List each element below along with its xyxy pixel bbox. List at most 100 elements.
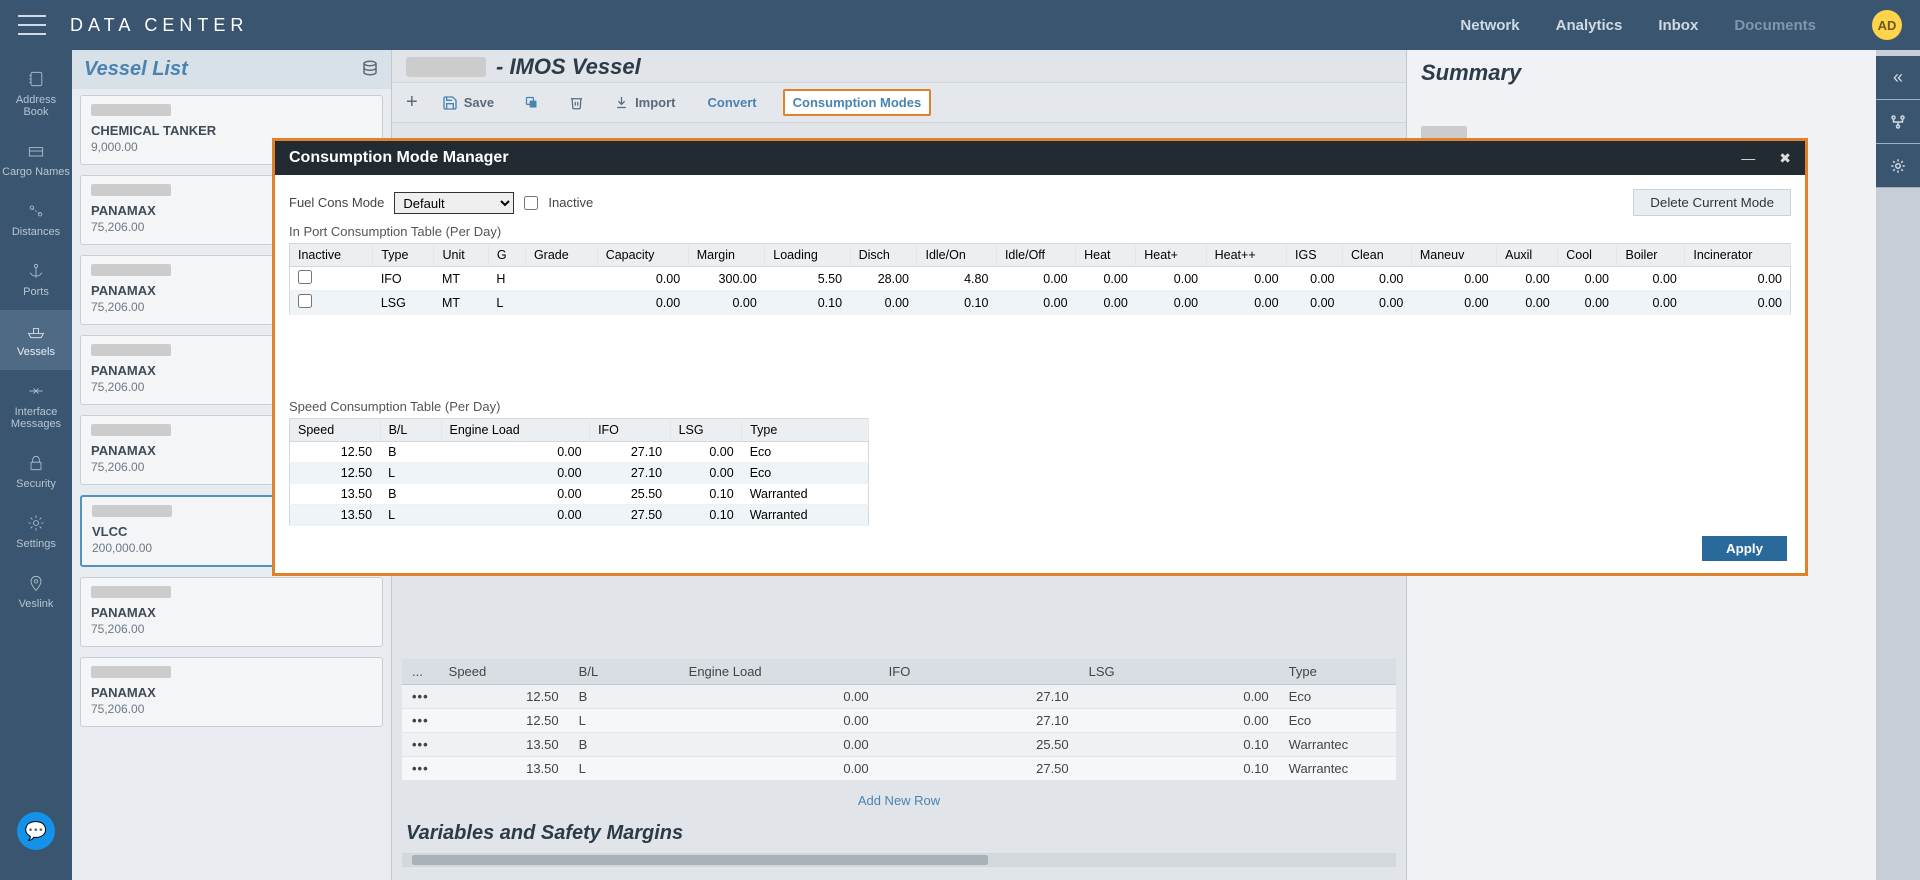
horizontal-scrollbar[interactable]: [402, 853, 1396, 867]
row-actions[interactable]: •••: [402, 733, 439, 757]
col-heat-: Heat+: [1136, 244, 1206, 267]
col-speed: Speed: [290, 419, 381, 442]
minimize-button[interactable]: —: [1741, 150, 1755, 167]
rail-label: Vessels: [17, 346, 55, 358]
col-incinerator: Incinerator: [1685, 244, 1791, 267]
add-new-row-link[interactable]: Add New Row: [392, 787, 1406, 814]
summary-title: Summary: [1407, 50, 1876, 96]
rail-label: Address Book: [2, 94, 70, 118]
col-disch: Disch: [850, 244, 917, 267]
pin-icon: [25, 572, 47, 594]
inactive-label: Inactive: [548, 195, 593, 210]
nav-documents[interactable]: Documents: [1734, 17, 1816, 34]
rail-interface-messages[interactable]: Interface Messages: [0, 370, 72, 442]
right-rail-branch[interactable]: [1876, 100, 1920, 144]
col-speed: Speed: [439, 659, 569, 685]
modal-title-text: Consumption Mode Manager: [289, 149, 509, 167]
table-row[interactable]: 13.50 L 0.00 27.50 0.10 Warranted: [290, 505, 869, 526]
col-type: Type: [373, 244, 434, 267]
top-nav: Network Analytics Inbox Documents AD: [1460, 10, 1902, 40]
collapse-right-panel[interactable]: «: [1876, 56, 1920, 100]
hamburger-menu-icon[interactable]: [18, 15, 46, 35]
copy-button[interactable]: [518, 91, 545, 114]
row-inactive-checkbox[interactable]: [298, 294, 312, 308]
rail-distances[interactable]: Distances: [0, 190, 72, 250]
save-icon: [442, 95, 458, 111]
nav-analytics[interactable]: Analytics: [1556, 17, 1623, 34]
apply-button[interactable]: Apply: [1702, 536, 1787, 561]
anchor-icon: [25, 260, 47, 282]
messages-icon: [25, 380, 47, 402]
rail-vessels[interactable]: Vessels: [0, 310, 72, 370]
branch-icon: [1889, 113, 1907, 131]
add-button[interactable]: +: [406, 91, 418, 114]
database-icon[interactable]: [361, 59, 379, 80]
import-button[interactable]: Import: [608, 91, 681, 114]
row-inactive-checkbox[interactable]: [298, 270, 312, 284]
rail-security[interactable]: Security: [0, 442, 72, 502]
save-button[interactable]: Save: [436, 91, 500, 115]
modal-titlebar[interactable]: Consumption Mode Manager — ✖: [275, 141, 1805, 175]
speed-consumption-table: SpeedB/LEngine LoadIFOLSGType 12.50 B 0.…: [289, 418, 869, 526]
col-ifo: IFO: [590, 419, 671, 442]
vessel-toolbar: + Save Import Convert Consumption Modes: [392, 82, 1406, 123]
row-actions[interactable]: •••: [402, 685, 439, 709]
table-row[interactable]: ••• 13.50 B 0.00 25.50 0.10 Warrantec: [402, 733, 1396, 757]
close-button[interactable]: ✖: [1779, 150, 1791, 167]
table-row[interactable]: ••• 12.50 L 0.00 27.10 0.00 Eco: [402, 709, 1396, 733]
col-boiler: Boiler: [1617, 244, 1685, 267]
table-row[interactable]: ••• 12.50 B 0.00 27.10 0.00 Eco: [402, 685, 1396, 709]
vessel-tile[interactable]: PANAMAX 75,206.00: [80, 577, 383, 647]
right-rail-settings[interactable]: [1876, 144, 1920, 188]
port-table-caption: In Port Consumption Table (Per Day): [289, 224, 1791, 239]
trash-icon: [569, 95, 584, 110]
address-book-icon: [25, 68, 47, 90]
col-idle-on: Idle/On: [917, 244, 996, 267]
table-row[interactable]: ••• 13.50 L 0.00 27.50 0.10 Warrantec: [402, 757, 1396, 781]
col-maneuv: Maneuv: [1411, 244, 1496, 267]
chat-fab[interactable]: 💬: [17, 812, 55, 850]
vessel-dwt: 75,206.00: [91, 622, 372, 636]
redacted-vessel-id: [91, 666, 171, 678]
vessel-icon: [25, 320, 47, 342]
row-actions[interactable]: •••: [402, 709, 439, 733]
table-row[interactable]: 12.50 L 0.00 27.10 0.00 Eco: [290, 463, 869, 484]
rail-label: Veslink: [19, 598, 54, 610]
redacted-vessel-id: [92, 505, 172, 517]
rail-label: Distances: [12, 226, 60, 238]
inactive-checkbox[interactable]: [524, 196, 538, 210]
consumption-modes-button[interactable]: Consumption Modes: [783, 89, 932, 116]
nav-network[interactable]: Network: [1460, 17, 1519, 34]
copy-icon: [524, 95, 539, 110]
delete-button[interactable]: [563, 91, 590, 114]
delete-current-mode-button[interactable]: Delete Current Mode: [1633, 189, 1791, 216]
table-row[interactable]: LSG MT L 0.00 0.00 0.10 0.00 0.10 0.00 0…: [290, 291, 1791, 315]
brand-title: DATA CENTER: [70, 15, 248, 36]
vessel-tile[interactable]: PANAMAX 75,206.00: [80, 657, 383, 727]
table-row[interactable]: 12.50 B 0.00 27.10 0.00 Eco: [290, 442, 869, 463]
cargo-icon: [25, 140, 47, 162]
table-row[interactable]: 13.50 B 0.00 25.50 0.10 Warranted: [290, 484, 869, 505]
col-igs: IGS: [1287, 244, 1343, 267]
rail-address-book[interactable]: Address Book: [0, 58, 72, 130]
rail-settings[interactable]: Settings: [0, 502, 72, 562]
redacted-vessel-id: [91, 264, 171, 276]
col-heat: Heat: [1076, 244, 1136, 267]
rail-cargo-names[interactable]: Cargo Names: [0, 130, 72, 190]
user-avatar[interactable]: AD: [1872, 10, 1902, 40]
nav-inbox[interactable]: Inbox: [1658, 17, 1698, 34]
rail-label: Ports: [23, 286, 49, 298]
vessel-detail-header: - IMOS Vessel: [392, 50, 1406, 82]
table-row[interactable]: IFO MT H 0.00 300.00 5.50 28.00 4.80 0.0…: [290, 267, 1791, 291]
main-speed-table: ... Speed B/L Engine Load IFO LSG Type •…: [402, 659, 1396, 781]
col-heat-: Heat++: [1206, 244, 1286, 267]
row-actions[interactable]: •••: [402, 757, 439, 781]
fuel-cons-mode-select[interactable]: Default: [394, 192, 514, 214]
gear-icon: [1889, 157, 1907, 175]
col-bl: B/L: [569, 659, 679, 685]
port-consumption-table: InactiveTypeUnitGGradeCapacityMarginLoad…: [289, 243, 1791, 315]
rail-veslink[interactable]: Veslink: [0, 562, 72, 622]
consumption-mode-modal: Consumption Mode Manager — ✖ Fuel Cons M…: [272, 138, 1808, 576]
convert-button[interactable]: Convert: [700, 91, 765, 114]
rail-ports[interactable]: Ports: [0, 250, 72, 310]
